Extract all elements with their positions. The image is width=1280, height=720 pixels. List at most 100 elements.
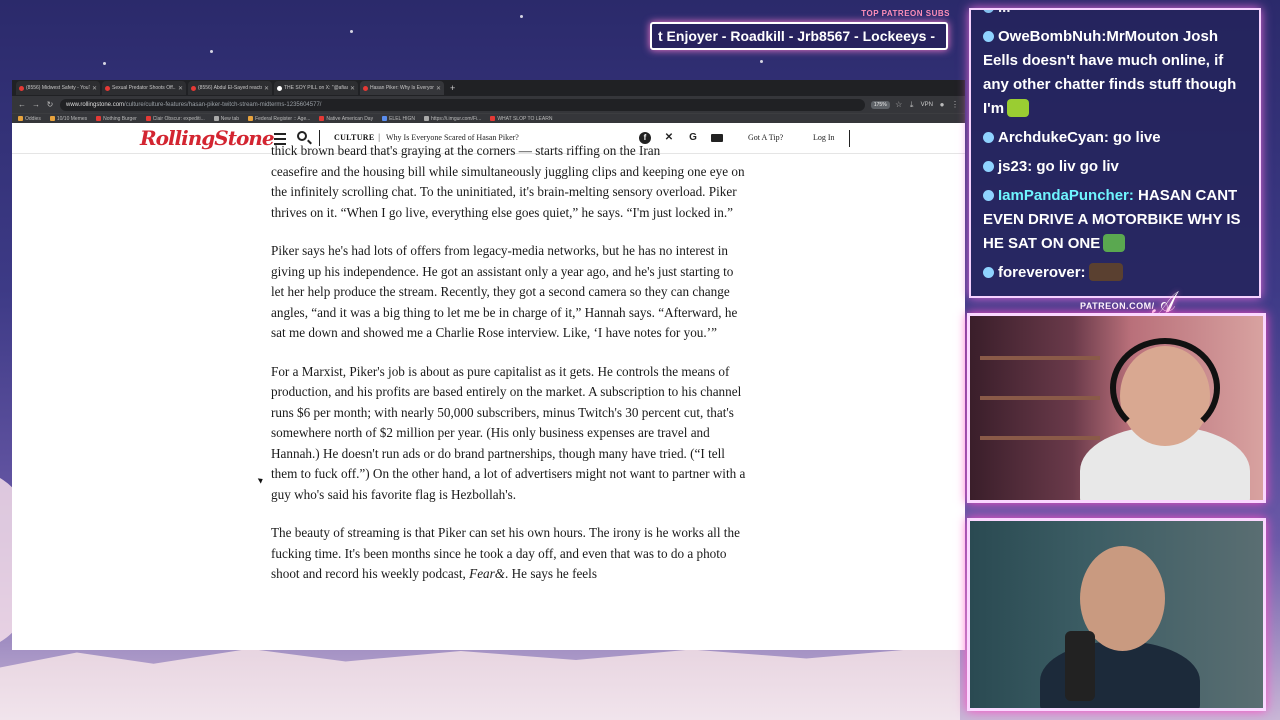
chat-message: js23: go liv go liv	[983, 155, 1249, 179]
star	[350, 30, 353, 33]
badge-icon	[983, 10, 994, 13]
login-link[interactable]: Log In	[813, 133, 835, 142]
chat-username: IamPandaPuncher:	[998, 187, 1134, 204]
bookmark[interactable]: Oddies	[18, 116, 41, 122]
bookmark[interactable]: https://i.imgur.com/Fi...	[424, 116, 481, 122]
bookmark-label: WHAT SLOP TO LEARN	[497, 115, 553, 122]
badge-icon	[983, 267, 994, 278]
chat-panel: ... OweBombNuh:MrMouton Josh Eells doesn…	[969, 8, 1261, 298]
patreon-ticker: t Enjoyer - Roadkill - Jrb8567 - Lockeey…	[650, 22, 948, 50]
browser-tab[interactable]: (8556) Abdul El-Sayed reacts to...✕	[188, 81, 272, 95]
bookmark[interactable]: Native American Day	[319, 116, 373, 122]
article-paragraph: The beauty of streaming is that Piker ca…	[271, 523, 746, 585]
star	[103, 62, 106, 65]
badge-icon	[983, 132, 994, 143]
chat-username: foreverover:	[998, 264, 1086, 281]
shelf	[980, 396, 1100, 400]
vpn-badge[interactable]: VPN	[921, 102, 933, 108]
chat-message: ArchdukeCyan: go live	[983, 126, 1249, 150]
url-domain: www.rollingstone.com	[66, 101, 125, 108]
bookmark[interactable]: Federal Register :: Age...	[248, 116, 310, 122]
article-paragraph: ceasefire and the housing bill while sim…	[271, 163, 745, 220]
browser-tab[interactable]: Sexual Predator Shoots Off... ✕	[102, 81, 186, 95]
chat-username: ArchdukeCyan:	[998, 129, 1109, 146]
star	[210, 50, 213, 53]
bookmarks-bar: Oddies 10/10 Memes Nothing Burger Clair …	[12, 113, 965, 123]
browser-window: (8556) Midwest Safety - YouTube✕ Sexual …	[12, 80, 965, 650]
new-tab-icon[interactable]: +	[450, 83, 455, 93]
chat-message: ...	[983, 10, 1249, 20]
bookmark-label: New tab	[220, 115, 240, 122]
zoom-indicator[interactable]: 175%	[870, 100, 890, 109]
patreon-ticker-text: t Enjoyer - Roadkill - Jrb8567 - Lockeey…	[658, 28, 935, 44]
bookmark[interactable]: WHAT SLOP TO LEARN	[490, 116, 552, 122]
bookmark-label: ELEL HIGN	[389, 115, 416, 122]
emote-icon	[1088, 263, 1123, 281]
patreon-url: PATREON.COM/	[1080, 301, 1155, 311]
tab-title: (8556) Midwest Safety - YouTube	[26, 85, 90, 91]
youtube-icon	[191, 85, 196, 91]
article-paragraph: For a Marxist, Piker's job is about as p…	[271, 363, 746, 502]
address-bar-row: ← → ↻ www.rollingstone.com/culture/cultu…	[12, 96, 965, 113]
close-icon[interactable]: ✕	[92, 85, 97, 92]
reload-icon[interactable]: ↻	[46, 100, 54, 109]
bookmark-label: https://i.imgur.com/Fi...	[431, 115, 482, 122]
bookmark[interactable]: Nothing Burger	[96, 116, 137, 122]
article-paragraph: Piker says he's had lots of offers from …	[271, 243, 738, 340]
chat-text: go live	[1113, 129, 1161, 146]
article-body: thick brown beard that's graying at the …	[271, 143, 746, 603]
got-a-tip-link[interactable]: Got A Tip?	[748, 133, 783, 142]
bookmark-label: Nothing Burger	[103, 115, 137, 122]
badge-icon	[983, 190, 994, 201]
shelf	[980, 436, 1100, 440]
rollingstone-favicon-icon	[363, 85, 368, 91]
bookmark-label: Oddies	[25, 115, 41, 122]
browser-tab[interactable]: THE SOY PILL on X: "@afiacc...✕	[274, 81, 358, 95]
bookmark-label: Native American Day	[326, 115, 374, 122]
forward-icon[interactable]: →	[32, 100, 40, 109]
rollingstone-logo[interactable]: RollingStone	[140, 126, 275, 150]
browser-tab-active[interactable]: Hasan Piker: Why Is Everyone S...✕	[360, 81, 444, 95]
menu-icon[interactable]: ⋮	[951, 100, 959, 109]
close-icon[interactable]: ✕	[264, 85, 269, 92]
youtube-icon	[19, 85, 24, 91]
back-icon[interactable]: ←	[18, 100, 26, 109]
download-icon[interactable]: ⤓	[908, 100, 916, 110]
bookmark-label: Clair Obscur: expediti...	[152, 115, 205, 122]
badge-icon	[983, 161, 994, 172]
star	[520, 15, 523, 18]
chat-message: OweBombNuh:MrMouton Josh Eells doesn't h…	[983, 25, 1249, 121]
close-icon[interactable]: ✕	[350, 85, 355, 92]
browser-tab[interactable]: (8556) Midwest Safety - YouTube✕	[16, 81, 100, 95]
close-icon[interactable]: ✕	[436, 85, 441, 92]
bookmark-star-icon[interactable]: ☆	[895, 100, 903, 109]
webcam-feed-host	[967, 313, 1266, 503]
bookmark-label: Federal Register :: Age...	[255, 115, 311, 122]
patreon-subs-label: TOP PATREON SUBS	[861, 9, 950, 18]
bookmark[interactable]: ELEL HIGN	[382, 116, 415, 122]
emote-icon	[1007, 99, 1030, 117]
close-icon[interactable]: ✕	[178, 85, 183, 92]
divider	[849, 130, 850, 147]
badge-icon	[983, 31, 994, 42]
mouse-cursor-icon	[257, 476, 265, 484]
extension-icon[interactable]: ●	[938, 100, 946, 109]
url-path: /culture/culture-features/hasan-piker-tw…	[124, 101, 322, 108]
bookmark-label: 10/10 Memes	[56, 115, 88, 122]
headphones	[1110, 338, 1220, 438]
tab-bar: (8556) Midwest Safety - YouTube✕ Sexual …	[12, 80, 965, 96]
chat-message: IamPandaPuncher: HASAN CANT EVEN DRIVE A…	[983, 184, 1249, 256]
url-field[interactable]: www.rollingstone.com/culture/culture-fea…	[60, 98, 865, 111]
tab-title: Sexual Predator Shoots Off...	[112, 85, 176, 91]
x-icon	[277, 85, 282, 91]
background-cloud	[0, 645, 960, 720]
youtube-icon	[105, 85, 110, 91]
tab-title: Hasan Piker: Why Is Everyone S...	[370, 85, 434, 91]
microphone	[1065, 631, 1095, 701]
bookmark[interactable]: Clair Obscur: expediti...	[145, 115, 205, 122]
bookmark[interactable]: 10/10 Memes	[49, 115, 88, 122]
address-bar-actions: 175% ☆ ⤓ VPN ● ⋮	[870, 100, 959, 110]
person	[1040, 641, 1200, 708]
search-icon[interactable]	[297, 131, 307, 141]
bookmark[interactable]: New tab	[213, 115, 240, 122]
